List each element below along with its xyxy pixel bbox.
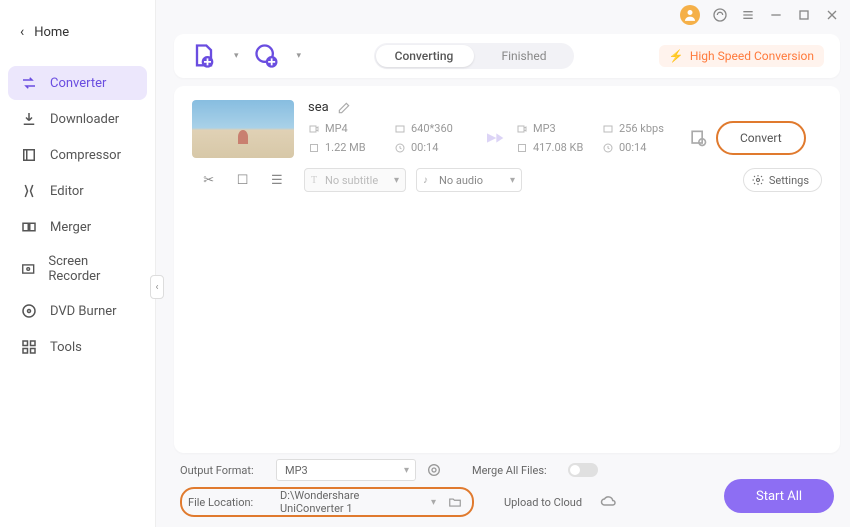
output-format-dropdown[interactable]: MP3 — [276, 459, 416, 481]
sidebar-item-label: DVD Burner — [50, 304, 117, 319]
sidebar-item-dvd-burner[interactable]: DVD Burner — [8, 294, 147, 328]
high-speed-label: High Speed Conversion — [690, 49, 814, 63]
upload-label: Upload to Cloud — [504, 496, 590, 509]
sidebar-item-label: Tools — [50, 340, 82, 355]
start-all-button[interactable]: Start All — [724, 479, 834, 513]
filename-row: sea — [308, 100, 822, 115]
size-icon — [308, 142, 320, 154]
nav-list: Converter Downloader Compressor Editor M… — [0, 66, 155, 364]
gear-icon — [752, 174, 764, 186]
thumb-tools: ✂ ☐ ☰ — [192, 173, 294, 188]
output-format-label: Output Format: — [180, 464, 266, 477]
dst-duration: 00:14 — [602, 141, 680, 154]
audio-dropdown[interactable]: No audio — [416, 168, 522, 192]
tab-converting[interactable]: Converting — [374, 49, 474, 63]
high-speed-badge[interactable]: ⚡ High Speed Conversion — [659, 45, 824, 67]
converter-icon — [20, 74, 38, 92]
subtitle-dropdown[interactable]: No subtitle — [304, 168, 406, 192]
clock-icon — [394, 142, 406, 154]
src-size: 1.22 MB — [308, 141, 386, 154]
res-icon — [394, 123, 406, 135]
sidebar-item-label: Compressor — [50, 148, 121, 163]
size-icon — [516, 142, 528, 154]
crop-icon[interactable]: ☐ — [237, 173, 249, 188]
clock-icon — [602, 142, 614, 154]
src-format: MP4 — [308, 122, 386, 135]
video-icon — [308, 123, 320, 135]
chevron-left-icon: ‹ — [20, 24, 24, 40]
bolt-icon: ⚡ — [669, 49, 684, 63]
bitrate-icon — [602, 123, 614, 135]
sidebar-item-converter[interactable]: Converter — [8, 66, 147, 100]
more-icon[interactable]: ☰ — [271, 173, 283, 188]
video-thumbnail[interactable] — [192, 100, 294, 158]
dst-size: 417.08 KB — [516, 141, 594, 154]
output-settings-icon[interactable] — [426, 462, 442, 478]
sidebar-item-compressor[interactable]: Compressor — [8, 138, 147, 172]
settings-button[interactable]: Settings — [743, 168, 822, 192]
dvd-burner-icon — [20, 302, 38, 320]
sidebar-item-merger[interactable]: Merger — [8, 210, 147, 244]
sidebar-item-editor[interactable]: Editor — [8, 174, 147, 208]
home-button[interactable]: ‹ Home — [0, 18, 155, 46]
cloud-icon[interactable] — [600, 493, 618, 511]
sidebar-item-label: Merger — [50, 220, 91, 235]
file-location-label: File Location: — [188, 496, 266, 509]
editor-icon — [20, 182, 38, 200]
sidebar-item-label: Screen Recorder — [48, 254, 135, 284]
compressor-icon — [20, 146, 38, 164]
sidebar-item-label: Downloader — [50, 112, 119, 127]
file-location-dropdown[interactable]: D:\Wondershare UniConverter 1 — [272, 491, 442, 513]
merge-label: Merge All Files: — [472, 464, 558, 477]
screen-recorder-icon — [20, 260, 36, 278]
edit-name-icon[interactable] — [337, 101, 351, 115]
arrow-icon — [480, 124, 508, 152]
tool-row: ✂ ☐ ☰ No subtitle No audio Settings — [192, 168, 822, 192]
downloader-icon — [20, 110, 38, 128]
menu-icon[interactable] — [740, 7, 756, 23]
meta-row: MP4 640*360 1.22 MB 00:14 MP3 256 kbps — [308, 121, 822, 155]
sidebar-item-tools[interactable]: Tools — [8, 330, 147, 364]
main-area: ▾ ▾ Converting Finished ⚡ High Speed Con… — [156, 30, 850, 527]
close-icon[interactable] — [824, 7, 840, 23]
trim-icon[interactable]: ✂ — [203, 173, 214, 188]
sidebar-item-downloader[interactable]: Downloader — [8, 102, 147, 136]
minimize-icon[interactable] — [768, 7, 784, 23]
folder-icon[interactable] — [448, 495, 462, 509]
add-file-caret-icon[interactable]: ▾ — [234, 51, 239, 61]
tab-switch: Converting Finished — [374, 43, 574, 69]
top-toolbar: ▾ ▾ Converting Finished ⚡ High Speed Con… — [174, 34, 840, 78]
footer-bar: Output Format: MP3 Merge All Files: File… — [174, 459, 840, 517]
dst-format: MP3 — [516, 122, 594, 135]
sidebar-item-screen-recorder[interactable]: Screen Recorder — [8, 246, 147, 292]
file-location-highlight: File Location: D:\Wondershare UniConvert… — [180, 487, 474, 517]
add-url-caret-icon[interactable]: ▾ — [297, 51, 302, 61]
dst-bitrate: 256 kbps — [602, 122, 680, 135]
convert-button[interactable]: Convert — [716, 121, 806, 155]
add-file-button[interactable] — [190, 42, 218, 70]
merger-icon — [20, 218, 38, 236]
tab-finished[interactable]: Finished — [474, 49, 574, 63]
file-info: sea MP4 640*360 1.22 MB 00:14 — [308, 100, 822, 155]
file-card: sea MP4 640*360 1.22 MB 00:14 — [192, 100, 822, 158]
src-duration: 00:14 — [394, 141, 472, 154]
merge-toggle[interactable] — [568, 463, 598, 477]
avatar[interactable] — [680, 5, 700, 25]
settings-label: Settings — [769, 174, 809, 187]
sidebar: ‹ Home Converter Downloader Compressor E… — [0, 0, 156, 527]
sidebar-item-label: Converter — [50, 76, 106, 91]
support-icon[interactable] — [712, 7, 728, 23]
sidebar-item-label: Editor — [50, 184, 84, 199]
maximize-icon[interactable] — [796, 7, 812, 23]
file-name: sea — [308, 100, 329, 115]
content-panel: sea MP4 640*360 1.22 MB 00:14 — [174, 86, 840, 453]
file-settings-icon[interactable] — [688, 128, 708, 148]
home-label: Home — [34, 25, 69, 40]
tools-icon — [20, 338, 38, 356]
src-resolution: 640*360 — [394, 122, 472, 135]
add-url-button[interactable] — [253, 42, 281, 70]
audio-icon — [516, 123, 528, 135]
